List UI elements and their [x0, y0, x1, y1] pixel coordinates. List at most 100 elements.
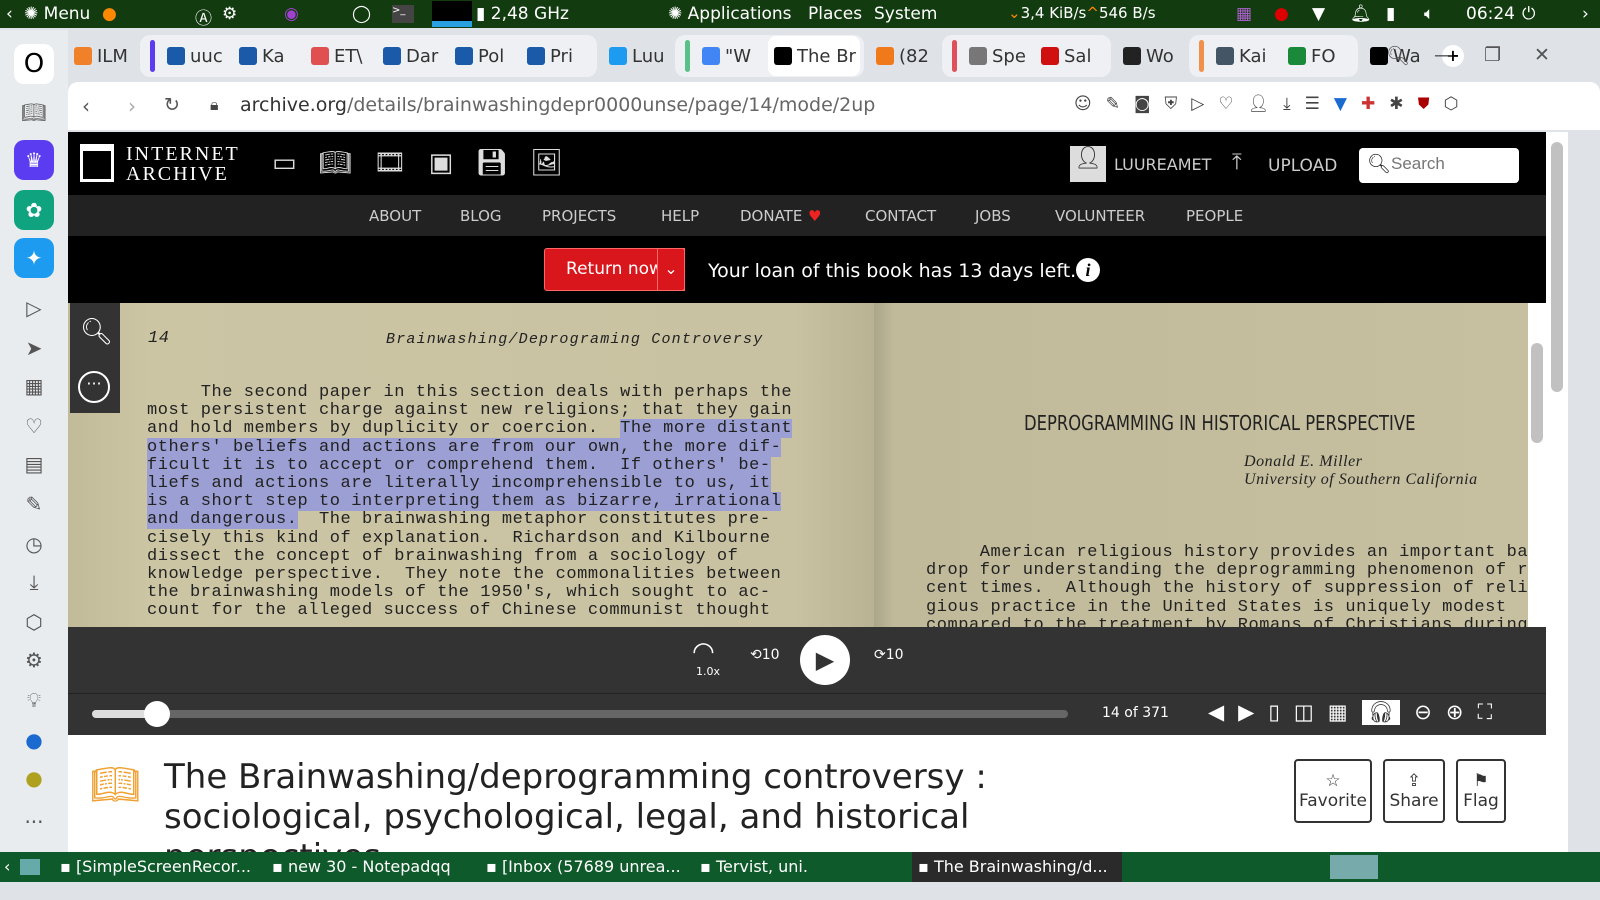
- two-page-view-icon[interactable]: ◫: [1294, 700, 1314, 725]
- edit-icon[interactable]: ✎: [1106, 94, 1134, 114]
- places-menu[interactable]: Places: [808, 4, 862, 24]
- player-icon[interactable]: ▷: [14, 288, 54, 328]
- workspace-switcher[interactable]: [1330, 855, 1378, 879]
- snapshot-icon[interactable]: ✎: [14, 484, 54, 524]
- upload-link[interactable]: UPLOAD: [1268, 156, 1337, 176]
- tab-group-indicator[interactable]: [150, 40, 155, 72]
- video-icon[interactable]: 🎞︎: [374, 148, 429, 178]
- twitter-icon[interactable]: ✦: [14, 238, 54, 278]
- lock-icon[interactable]: 🔒︎: [210, 95, 219, 115]
- battery-icon[interactable]: ▮: [1386, 4, 1395, 24]
- url-field[interactable]: archive.org/details/brainwashingdepr0000…: [240, 94, 875, 116]
- reader-scroll-thumb[interactable]: [1531, 343, 1543, 443]
- clock[interactable]: 06:24: [1466, 4, 1515, 24]
- taskbar-item[interactable]: ▪ [Inbox (57689 unrea...: [486, 857, 681, 876]
- close-icon[interactable]: ✕: [1534, 44, 1550, 66]
- show-desktop-icon[interactable]: [20, 859, 40, 875]
- restore-icon[interactable]: ❐: [1484, 44, 1501, 66]
- reading-list-icon[interactable]: 📖︎: [14, 92, 54, 132]
- lightbulb-icon[interactable]: 💡︎: [14, 680, 54, 720]
- crown-icon[interactable]: ♛: [14, 140, 54, 180]
- zoom-out-icon[interactable]: ⊖: [1414, 700, 1432, 725]
- return-dropdown-button[interactable]: ⌄: [657, 248, 685, 291]
- audio-app-icon[interactable]: ▦: [1236, 4, 1252, 24]
- left-page[interactable]: 14 Brainwashing/Deprograming Controversy…: [68, 303, 874, 627]
- taskbar-item[interactable]: ▪ [SimpleScreenRecor...: [60, 857, 251, 876]
- tab[interactable]: Sal: [1035, 36, 1107, 76]
- box-icon[interactable]: ⬡: [1444, 94, 1473, 114]
- chat-icon[interactable]: ●: [14, 720, 54, 760]
- texts-icon[interactable]: 📖︎: [319, 148, 374, 178]
- nav-donate[interactable]: DONATE: [740, 207, 802, 225]
- speed-gauge-icon[interactable]: ◠: [692, 637, 715, 667]
- ia-logo-icon[interactable]: [80, 144, 114, 182]
- history-icon[interactable]: ◷: [14, 524, 54, 564]
- flag-button[interactable]: ⚑ Flag: [1456, 759, 1506, 823]
- panel-right-arrow-icon[interactable]: ›: [1582, 4, 1589, 24]
- info-icon[interactable]: i: [1076, 258, 1100, 282]
- camera-icon[interactable]: ◙: [1134, 94, 1165, 114]
- download-icon[interactable]: ⤓: [1283, 94, 1305, 114]
- tab[interactable]: Pol: [449, 36, 521, 76]
- share-button[interactable]: ⇪ Share: [1383, 759, 1445, 823]
- downloads-icon[interactable]: ⤓: [14, 562, 54, 602]
- tor-icon[interactable]: ◉: [284, 4, 299, 24]
- page-slider-track[interactable]: [92, 701, 1068, 727]
- nav-blog[interactable]: BLOG: [460, 207, 502, 225]
- skip-back-button[interactable]: ⟲10: [750, 647, 780, 663]
- profile-icon[interactable]: 👤︎: [1248, 94, 1284, 114]
- system-menu[interactable]: System: [874, 4, 937, 24]
- fullscreen-icon[interactable]: ⛶: [1477, 700, 1492, 725]
- nav-about[interactable]: ABOUT: [369, 207, 421, 225]
- one-page-view-icon[interactable]: ▯: [1268, 700, 1280, 725]
- tab[interactable]: uuc: [161, 36, 233, 76]
- shield-icon[interactable]: ⛨: [1164, 94, 1191, 114]
- web-icon[interactable]: ▭: [272, 148, 319, 178]
- tab[interactable]: (82: [870, 36, 942, 76]
- minimize-icon[interactable]: —: [1434, 44, 1453, 66]
- send-icon[interactable]: ➤: [14, 328, 54, 368]
- thumbnail-view-icon[interactable]: ▦: [1328, 700, 1348, 725]
- applications-menu[interactable]: ✺ Applications: [668, 4, 792, 24]
- software-icon[interactable]: 💾︎: [475, 148, 530, 178]
- tab[interactable]: ET\: [305, 36, 377, 76]
- search-inside-icon[interactable]: 🔍︎: [80, 317, 113, 347]
- zoom-in-icon[interactable]: ⊕: [1446, 700, 1464, 725]
- tab[interactable]: Kai: [1210, 36, 1282, 76]
- search-app-icon[interactable]: Ⓐ: [195, 4, 212, 29]
- tab[interactable]: The Br: [768, 36, 860, 76]
- power-icon[interactable]: ⏻: [1522, 4, 1535, 24]
- tab-group-indicator[interactable]: [1199, 40, 1204, 72]
- ia-logo-text[interactable]: INTERNET ARCHIVE: [126, 144, 240, 184]
- search-tabs-icon[interactable]: 🔍︎: [1386, 44, 1410, 67]
- wifi-icon[interactable]: ▼: [1312, 4, 1325, 24]
- record-icon[interactable]: ●: [1274, 4, 1289, 24]
- nav-help[interactable]: HELP: [661, 207, 699, 225]
- search-input[interactable]: [1391, 154, 1511, 174]
- search-box[interactable]: 🔍︎: [1359, 148, 1519, 183]
- page-scroll-thumb[interactable]: [1551, 142, 1563, 392]
- nav-jobs[interactable]: JOBS: [975, 207, 1011, 225]
- audio-icon[interactable]: ▣: [429, 148, 476, 178]
- ext-vpn-icon[interactable]: ▼: [1334, 94, 1361, 114]
- taskbar-item[interactable]: ▪ Tervist, uni.: [700, 857, 808, 876]
- next-page-icon[interactable]: ▶: [1238, 700, 1254, 725]
- play-button[interactable]: ▶: [800, 635, 850, 685]
- reader-scrollbar[interactable]: [1528, 303, 1546, 627]
- puzzle-icon[interactable]: ✱: [1389, 94, 1417, 114]
- page-scrollbar[interactable]: [1546, 132, 1568, 852]
- tab[interactable]: Ka: [233, 36, 305, 76]
- tab[interactable]: Spe: [963, 36, 1035, 76]
- taskbar-item[interactable]: ▪ new 30 - Notepadqq: [272, 857, 451, 876]
- user-name[interactable]: LUUREAMET: [1114, 155, 1211, 174]
- emoji-icon[interactable]: ☺: [1074, 94, 1106, 114]
- page-slider-handle[interactable]: [144, 701, 171, 727]
- heart-icon[interactable]: ♡: [14, 406, 54, 446]
- notification-icon[interactable]: 🔔︎: [1350, 4, 1372, 24]
- news-icon[interactable]: ▤: [14, 444, 54, 484]
- gears-icon[interactable]: ⚙: [222, 4, 237, 24]
- tab[interactable]: ILM: [68, 36, 140, 76]
- tab[interactable]: Wo: [1117, 36, 1189, 76]
- tab[interactable]: Pri: [521, 36, 593, 76]
- upload-icon[interactable]: ⤒: [1232, 150, 1242, 175]
